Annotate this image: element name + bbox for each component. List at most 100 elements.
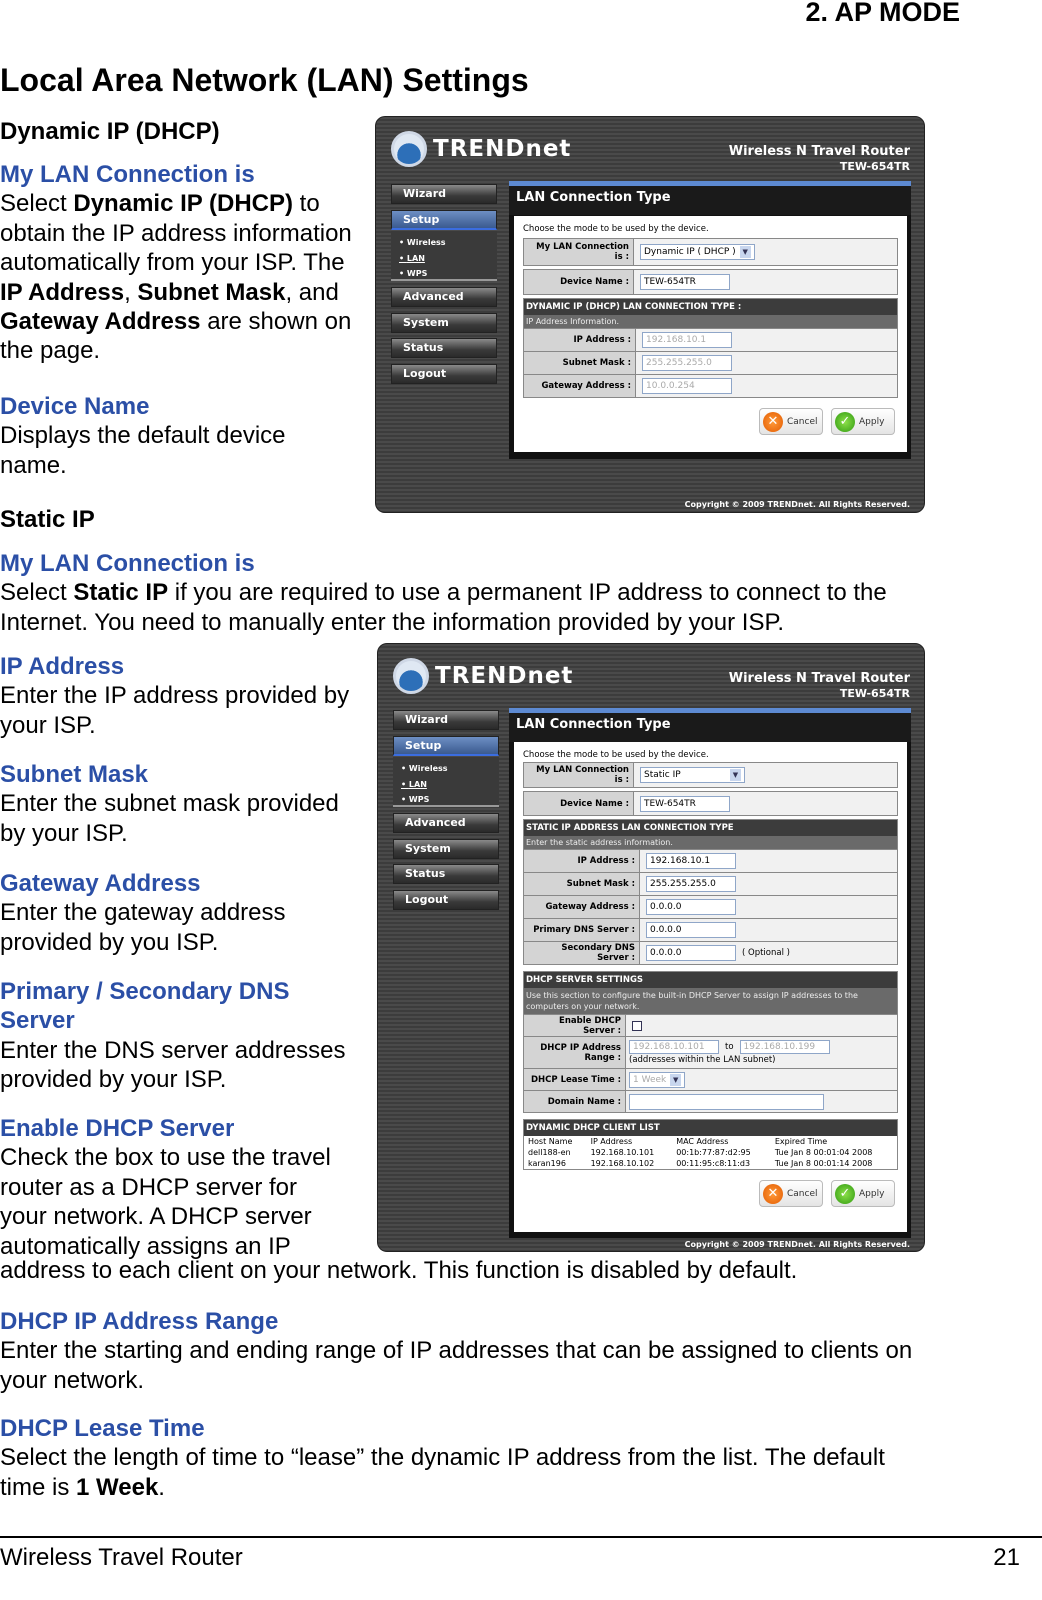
dynamic-heading: Dynamic IP (DHCP) [0, 118, 220, 145]
nav-setup[interactable]: Setup [391, 210, 497, 230]
dynamic-lan-heading: My LAN Connection is [0, 161, 255, 188]
nav-wps[interactable]: • WPS [401, 792, 491, 808]
gateway-input[interactable]: 0.0.0.0 [646, 899, 736, 915]
router-screenshot-dhcp: TRENDnet Wireless N Travel Router TEW-654… [375, 116, 925, 513]
text: Select [0, 190, 74, 218]
device-name-block: Device Name Displays the default device … [0, 392, 330, 480]
range-to: to [725, 1042, 734, 1052]
page-number: 21 [993, 1544, 1020, 1571]
nav-setup[interactable]: Setup [393, 736, 499, 756]
ip-label: IP Address : [524, 329, 636, 351]
router-screenshot-static: TRENDnet Wireless N Travel Router TEW-654… [377, 643, 925, 1252]
trendnet-logo: TRENDnet [391, 131, 571, 167]
nav-wireless[interactable]: • Wireless [399, 235, 489, 251]
device-name-text: Displays the default device name. [0, 422, 286, 479]
lan-connection-select[interactable]: Dynamic IP ( DHCP ) ▼ [640, 244, 755, 260]
text: , [124, 278, 138, 306]
product-name: Wireless N Travel Router TEW-654TR [729, 144, 910, 174]
nav-status[interactable]: Status [393, 864, 499, 884]
mask-label: Subnet Mask : [524, 352, 636, 374]
nav-wps[interactable]: • WPS [399, 266, 489, 282]
bold-text: IP Address [0, 278, 125, 306]
nav-logout[interactable]: Logout [391, 364, 497, 384]
nav-wireless[interactable]: • Wireless [401, 761, 491, 777]
cancel-button[interactable]: ✕ Cancel [759, 1180, 823, 1207]
copyright: Copyright © 2009 TRENDnet. All Rights Re… [684, 1240, 910, 1249]
chevron-down-icon: ▼ [670, 1073, 682, 1086]
nav-wizard[interactable]: Wizard [391, 184, 497, 204]
nav-system[interactable]: System [393, 839, 499, 859]
conn-label: My LAN Connection is : [524, 763, 634, 787]
dynamic-lan-text: Select Dynamic IP (DHCP) to obtain the I… [0, 189, 362, 365]
lease-text: Select the length of time to “lease” the… [0, 1443, 920, 1502]
ip-input[interactable]: 192.168.10.1 [642, 332, 732, 348]
ip-label: IP Address : [524, 850, 640, 872]
chevron-down-icon: ▼ [739, 246, 751, 258]
setup-submenu: • Wireless • LAN • WPS [393, 757, 499, 807]
mask-label: Subnet Mask : [524, 873, 640, 895]
bold-text: Subnet Mask [137, 278, 286, 306]
nav-logout[interactable]: Logout [393, 890, 499, 910]
mask-input[interactable]: 255.255.255.0 [646, 876, 736, 892]
product: Wireless N Travel Router [728, 144, 910, 159]
nav-wizard[interactable]: Wizard [393, 710, 499, 730]
dhcp-range-label: DHCP IP Address Range : [524, 1037, 626, 1068]
dhcp-section-header: DHCP SERVER SETTINGS [524, 972, 897, 988]
enable-dhcp-checkbox[interactable] [632, 1020, 642, 1031]
range-end-input[interactable]: 192.168.10.199 [739, 1040, 830, 1054]
enable-dhcp-label: Enable DHCP Server : [524, 1015, 626, 1036]
brand: TRENDnet [435, 663, 574, 689]
ip-text: Enter the IP address provided by your IS… [0, 682, 350, 739]
cancel-button[interactable]: ✕ Cancel [759, 408, 823, 435]
device-name-input[interactable]: TEW-654TR [640, 795, 730, 812]
device-name-heading: Device Name [0, 393, 150, 420]
primary-dns-input[interactable]: 0.0.0.0 [646, 922, 736, 938]
gateway-label: Gateway Address : [524, 375, 636, 397]
gateway-heading: Gateway Address [0, 870, 201, 897]
footer-title: Wireless Travel Router [0, 1544, 243, 1571]
nav-lan[interactable]: • LAN [401, 777, 491, 793]
range-text: Enter the starting and ending range of I… [0, 1337, 913, 1394]
secondary-dns-input[interactable]: 0.0.0.0 [646, 945, 736, 961]
nav-lan[interactable]: • LAN [399, 251, 489, 267]
range-block: DHCP IP Address Range Enter the starting… [0, 1307, 920, 1395]
nav-advanced[interactable]: Advanced [391, 287, 497, 307]
apply-button[interactable]: ✓ Apply [831, 1180, 895, 1207]
client-list-header: DYNAMIC DHCP CLIENT LIST [524, 1120, 897, 1136]
device-name-input[interactable]: TEW-654TR [640, 274, 730, 290]
section-subheader: Enter the static address information. [524, 836, 897, 849]
text: Select [0, 579, 74, 607]
domain-name-input[interactable] [629, 1093, 824, 1110]
nav-advanced[interactable]: Advanced [393, 813, 499, 833]
dhcp-section-desc: Use this section to configure the built-… [524, 988, 897, 1014]
apply-button[interactable]: ✓ Apply [831, 408, 895, 435]
lease-heading: DHCP Lease Time [0, 1415, 205, 1442]
static-lan-text: Select Static IP if you are required to … [0, 578, 920, 637]
model: TEW-654TR [839, 160, 910, 173]
mask-input[interactable]: 255.255.255.0 [642, 355, 732, 371]
section-subheader: IP Address Information. [524, 315, 897, 328]
section-header: STATIC IP ADDRESS LAN CONNECTION TYPE [524, 820, 897, 836]
range-note: (addresses within the LAN subnet) [629, 1055, 776, 1065]
static-lan-heading: My LAN Connection is [0, 550, 255, 577]
nav-system[interactable]: System [391, 313, 497, 333]
nav-status[interactable]: Status [391, 338, 497, 358]
panel-title: LAN Connection Type [509, 713, 911, 742]
text: , and [285, 278, 339, 306]
range-start-input[interactable]: 192.168.10.101 [629, 1040, 719, 1054]
lan-connection-select[interactable]: Static IP ▼ [640, 767, 745, 783]
mask-block: Subnet Mask Enter the subnet mask provid… [0, 760, 350, 848]
gateway-input[interactable]: 10.0.0.254 [642, 378, 732, 394]
mask-heading: Subnet Mask [0, 761, 149, 788]
bold-text: Dynamic IP (DHCP) [73, 190, 293, 218]
lease-time-select[interactable]: 1 Week ▼ [629, 1071, 686, 1088]
ip-input[interactable]: 192.168.10.1 [646, 853, 736, 869]
device-label: Device Name : [524, 270, 634, 294]
section-header: DYNAMIC IP (DHCP) LAN CONNECTION TYPE : [524, 299, 897, 315]
gateway-block: Gateway Address Enter the gateway addres… [0, 869, 330, 957]
mask-text: Enter the subnet mask provided by your I… [0, 790, 339, 847]
model: TEW-654TR [839, 687, 910, 700]
intro-text: Choose the mode to be used by the device… [523, 750, 709, 760]
dhcp-block: Enable DHCP Server Check the box to use … [0, 1114, 345, 1261]
page-title: Local Area Network (LAN) Settings [0, 62, 529, 98]
